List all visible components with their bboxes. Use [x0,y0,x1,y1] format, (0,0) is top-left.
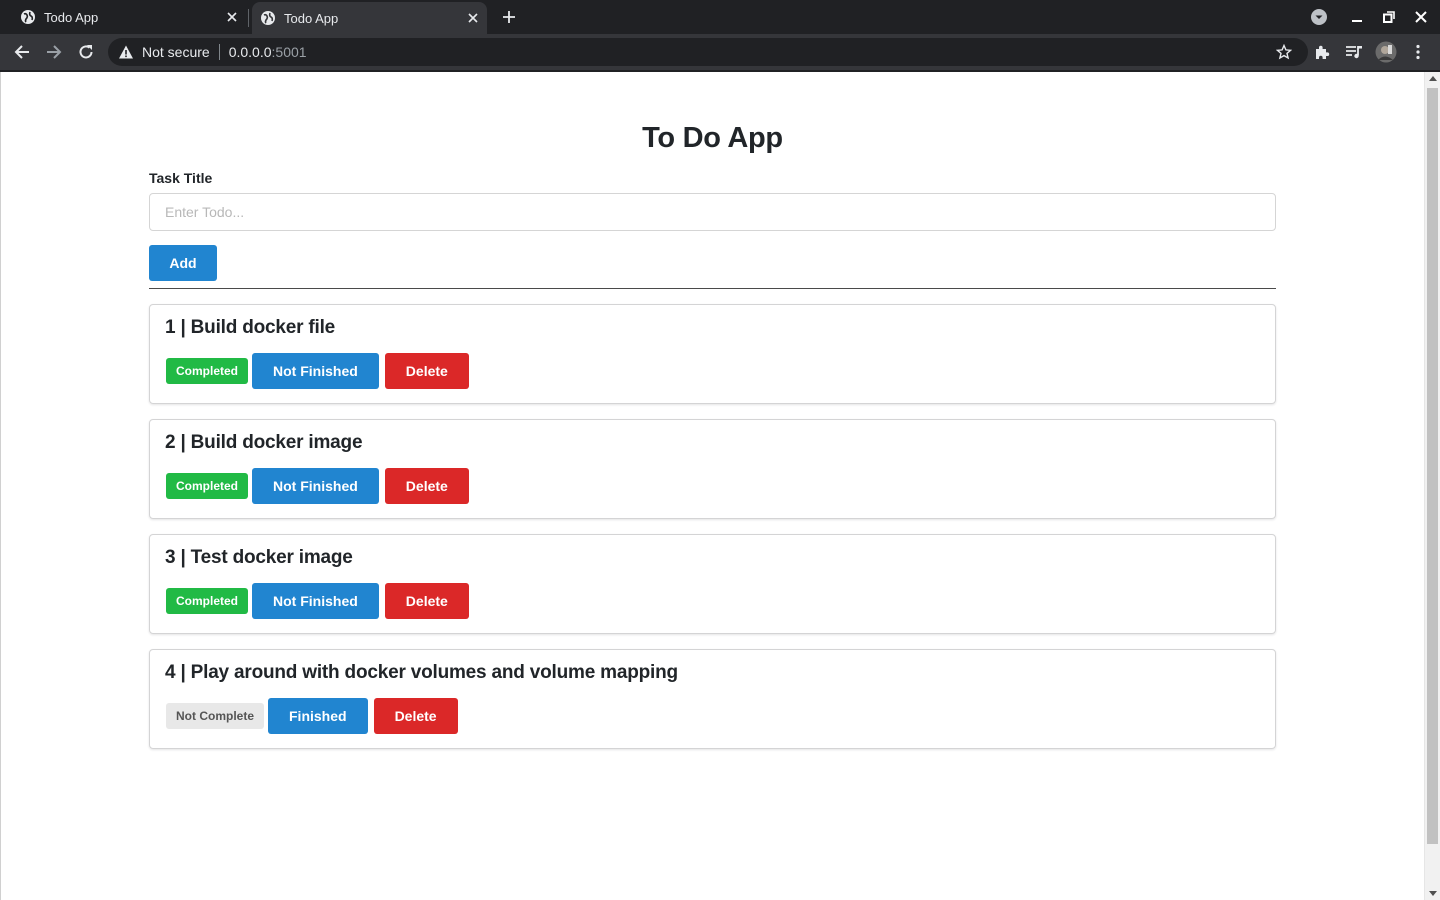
not-finished-button[interactable]: Not Finished [252,583,379,619]
viewport-edge [0,72,1,900]
status-badge: Completed [166,588,249,614]
vertical-scrollbar[interactable] [1424,72,1440,900]
back-button[interactable] [10,40,34,64]
forward-button[interactable] [42,40,66,64]
queue-music-icon [1346,46,1362,59]
task-title: 2 | Build docker image [165,432,363,453]
chevron-down-circle-icon [1311,9,1327,25]
delete-button[interactable]: Delete [384,468,469,504]
divider [149,288,1276,289]
reload-icon [79,45,93,59]
browser-menu-button[interactable] [1406,40,1430,64]
status-badge: Completed [166,473,249,499]
address-divider [218,44,220,60]
minimize-button[interactable] [1346,6,1368,28]
address-bar[interactable]: Not secure 0.0.0.0:5001 [108,38,1308,66]
delete-button[interactable]: Delete [384,583,469,619]
url-host: 0.0.0.0 [228,44,272,60]
arrow-right-icon [47,45,62,59]
task-title: 4 | Play around with docker volumes and … [165,662,678,683]
tab-separator [248,9,249,27]
warning-triangle-icon [119,45,133,59]
scroll-up-arrow-icon[interactable] [1429,76,1437,81]
star-icon[interactable] [1276,44,1292,60]
browser-tab-active[interactable]: Todo App [252,2,487,34]
kebab-menu-icon [1416,44,1420,60]
add-button[interactable]: Add [149,245,217,281]
page-title: To Do App [642,122,783,154]
status-badge: Not Complete [166,703,264,729]
task-card: 3 | Test docker image Completed Not Fini… [149,534,1276,634]
scroll-down-arrow-icon[interactable] [1429,891,1437,896]
puzzle-icon [1316,45,1330,59]
reload-button[interactable] [74,40,98,64]
finished-button[interactable]: Finished [268,698,368,734]
minimize-icon [1352,20,1362,22]
new-tab-button[interactable] [498,6,520,28]
task-list: 1 | Build docker file Completed Not Fini… [149,304,1276,749]
task-actions: Completed Not Finished Delete [166,353,475,389]
browser-toolbar: Not secure 0.0.0.0:5001 [0,34,1440,70]
globe-icon [21,10,35,24]
task-card: 4 | Play around with docker volumes and … [149,649,1276,749]
task-card: 1 | Build docker file Completed Not Fini… [149,304,1276,404]
scrollbar-thumb[interactable] [1427,88,1438,844]
close-icon[interactable] [463,8,483,28]
delete-button[interactable]: Delete [384,353,469,389]
task-actions: Not Complete Finished Delete [166,698,464,734]
arrow-left-icon [14,45,29,59]
restore-button[interactable] [1378,6,1400,28]
globe-icon [261,11,275,25]
task-actions: Completed Not Finished Delete [166,583,475,619]
not-finished-button[interactable]: Not Finished [252,468,379,504]
delete-button[interactable]: Delete [373,698,458,734]
not-finished-button[interactable]: Not Finished [252,353,379,389]
restore-icon [1383,11,1395,23]
avatar [1375,41,1397,63]
browser-tab-bar: Todo App Todo App [0,0,1440,34]
close-icon [1415,11,1427,23]
status-badge: Completed [166,358,249,384]
task-title: 3 | Test docker image [165,547,353,568]
task-title-label: Task Title [149,170,213,186]
window-close-button[interactable] [1410,6,1432,28]
extensions-button[interactable] [1310,40,1334,64]
tab-title: Todo App [44,9,99,25]
todo-input[interactable] [149,193,1276,231]
task-card: 2 | Build docker image Completed Not Fin… [149,419,1276,519]
plus-icon [503,11,515,23]
tab-search-button[interactable] [1308,6,1330,28]
task-actions: Completed Not Finished Delete [166,468,475,504]
url-port: :5001 [271,44,307,60]
media-control-button[interactable] [1342,40,1366,64]
todo-app: To Do App Task Title Add 1 | Build docke… [149,72,1276,764]
close-icon[interactable] [222,7,242,27]
profile-button[interactable] [1374,40,1398,64]
task-title: 1 | Build docker file [165,317,336,338]
security-status[interactable]: Not secure [142,44,210,60]
browser-tab[interactable]: Todo App [0,0,246,34]
tab-title: Todo App [284,10,339,26]
